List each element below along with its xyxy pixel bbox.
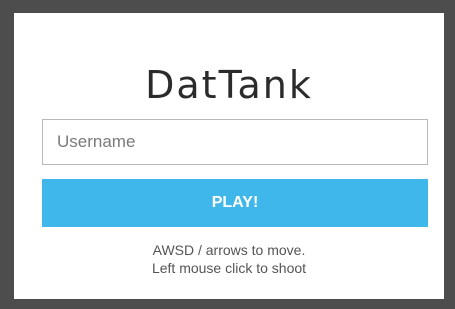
login-panel: DatTank PLAY! AWSD / arrows to move. Lef…: [14, 13, 444, 299]
play-button[interactable]: PLAY!: [42, 179, 428, 227]
username-input[interactable]: [42, 119, 428, 165]
game-background: DatTank PLAY! AWSD / arrows to move. Lef…: [0, 0, 455, 309]
controls-help-move: AWSD / arrows to move.: [152, 242, 306, 258]
controls-help: AWSD / arrows to move. Left mouse click …: [14, 241, 444, 277]
controls-help-shoot: Left mouse click to shoot: [151, 260, 307, 276]
game-title: DatTank: [145, 63, 313, 107]
